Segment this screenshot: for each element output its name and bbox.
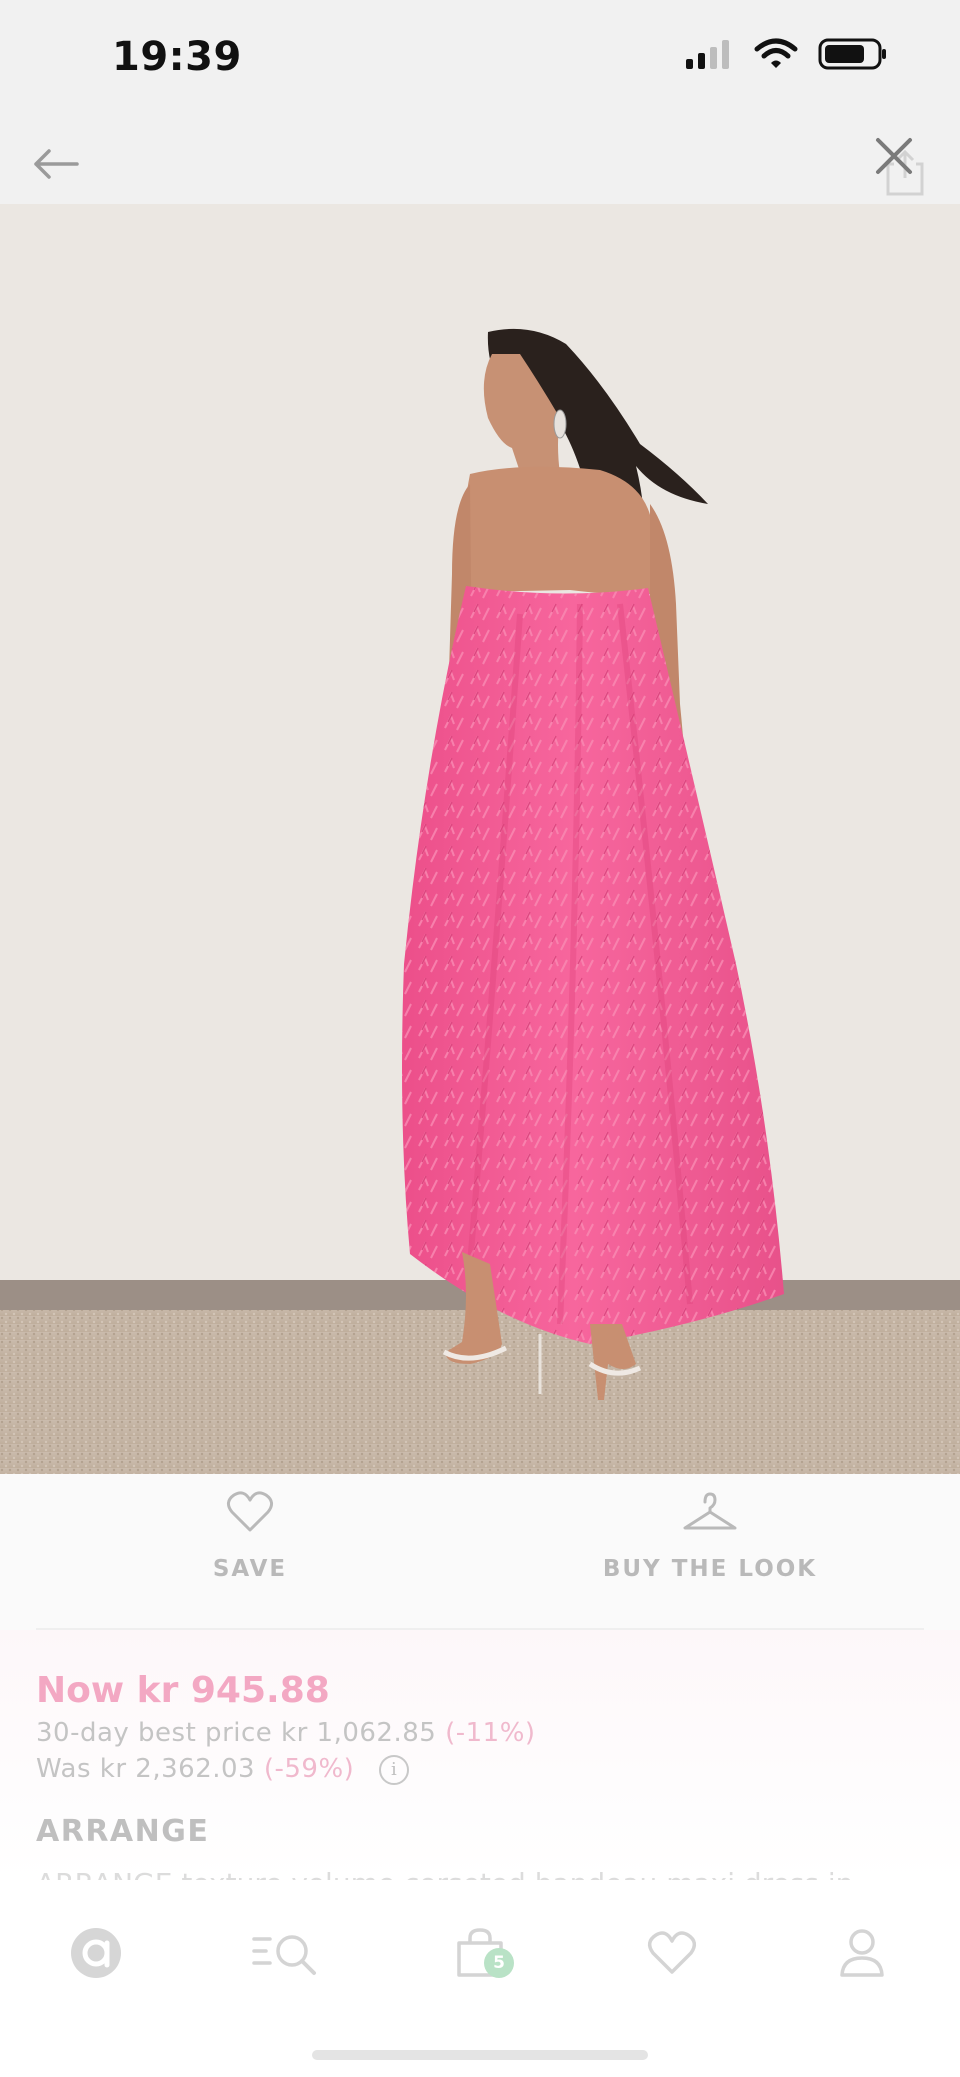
best-price-percent: (-11%)	[445, 1718, 536, 1748]
save-label: SAVE	[212, 1556, 288, 1582]
arrow-left-icon	[34, 149, 79, 179]
close-icon[interactable]	[872, 134, 928, 198]
was-price-text: Was kr 2,362.03	[36, 1754, 256, 1784]
top-nav	[0, 120, 960, 204]
tab-bar: 5	[0, 1880, 960, 2077]
bag-count-badge: 5	[484, 1948, 514, 1978]
back-button[interactable]	[28, 142, 84, 186]
signal-icon	[686, 40, 729, 69]
info-icon[interactable]: i	[379, 1754, 410, 1785]
hanger-icon	[683, 1492, 737, 1530]
was-price-percent: (-59%)	[263, 1754, 355, 1784]
buy-the-look-label: BUY THE LOOK	[602, 1556, 818, 1582]
price-now: Now kr 945.88	[36, 1670, 330, 1711]
best-price-text: 30-day best price kr 1,062.85	[36, 1718, 437, 1748]
status-bar: 19:39	[0, 0, 960, 120]
product-image[interactable]	[0, 204, 960, 1474]
status-time: 19:39	[112, 34, 242, 80]
buy-the-look-button[interactable]: BUY THE LOOK	[560, 1490, 860, 1620]
saved-icon	[647, 1931, 697, 1974]
product-details: Now kr 945.88 30-day best price kr 1,062…	[0, 1630, 960, 1892]
tab-saved[interactable]	[632, 1918, 712, 1988]
tab-bag[interactable]: 5	[440, 1918, 520, 1988]
battery-icon	[818, 38, 886, 70]
best-price-line: 30-day best price kr 1,062.85 (-11%)	[36, 1718, 536, 1748]
search-icon	[252, 1935, 316, 1975]
heart-icon	[227, 1491, 273, 1532]
status-icons	[684, 38, 888, 70]
account-icon	[840, 1929, 884, 1977]
was-price-line: Was kr 2,362.03 (-59%) i	[36, 1754, 410, 1785]
wifi-icon	[754, 38, 798, 68]
home-indicator[interactable]	[312, 2050, 648, 2060]
tab-account[interactable]	[822, 1918, 902, 1988]
close-share-button[interactable]	[872, 134, 928, 198]
brand-name[interactable]: ARRANGE	[36, 1814, 209, 1849]
home-icon	[71, 1928, 121, 1978]
tab-home[interactable]	[56, 1918, 136, 1988]
product-photo	[0, 204, 960, 1474]
action-row: SAVE BUY THE LOOK	[0, 1474, 960, 1630]
save-button[interactable]: SAVE	[150, 1490, 350, 1620]
tab-search[interactable]	[246, 1918, 326, 1988]
